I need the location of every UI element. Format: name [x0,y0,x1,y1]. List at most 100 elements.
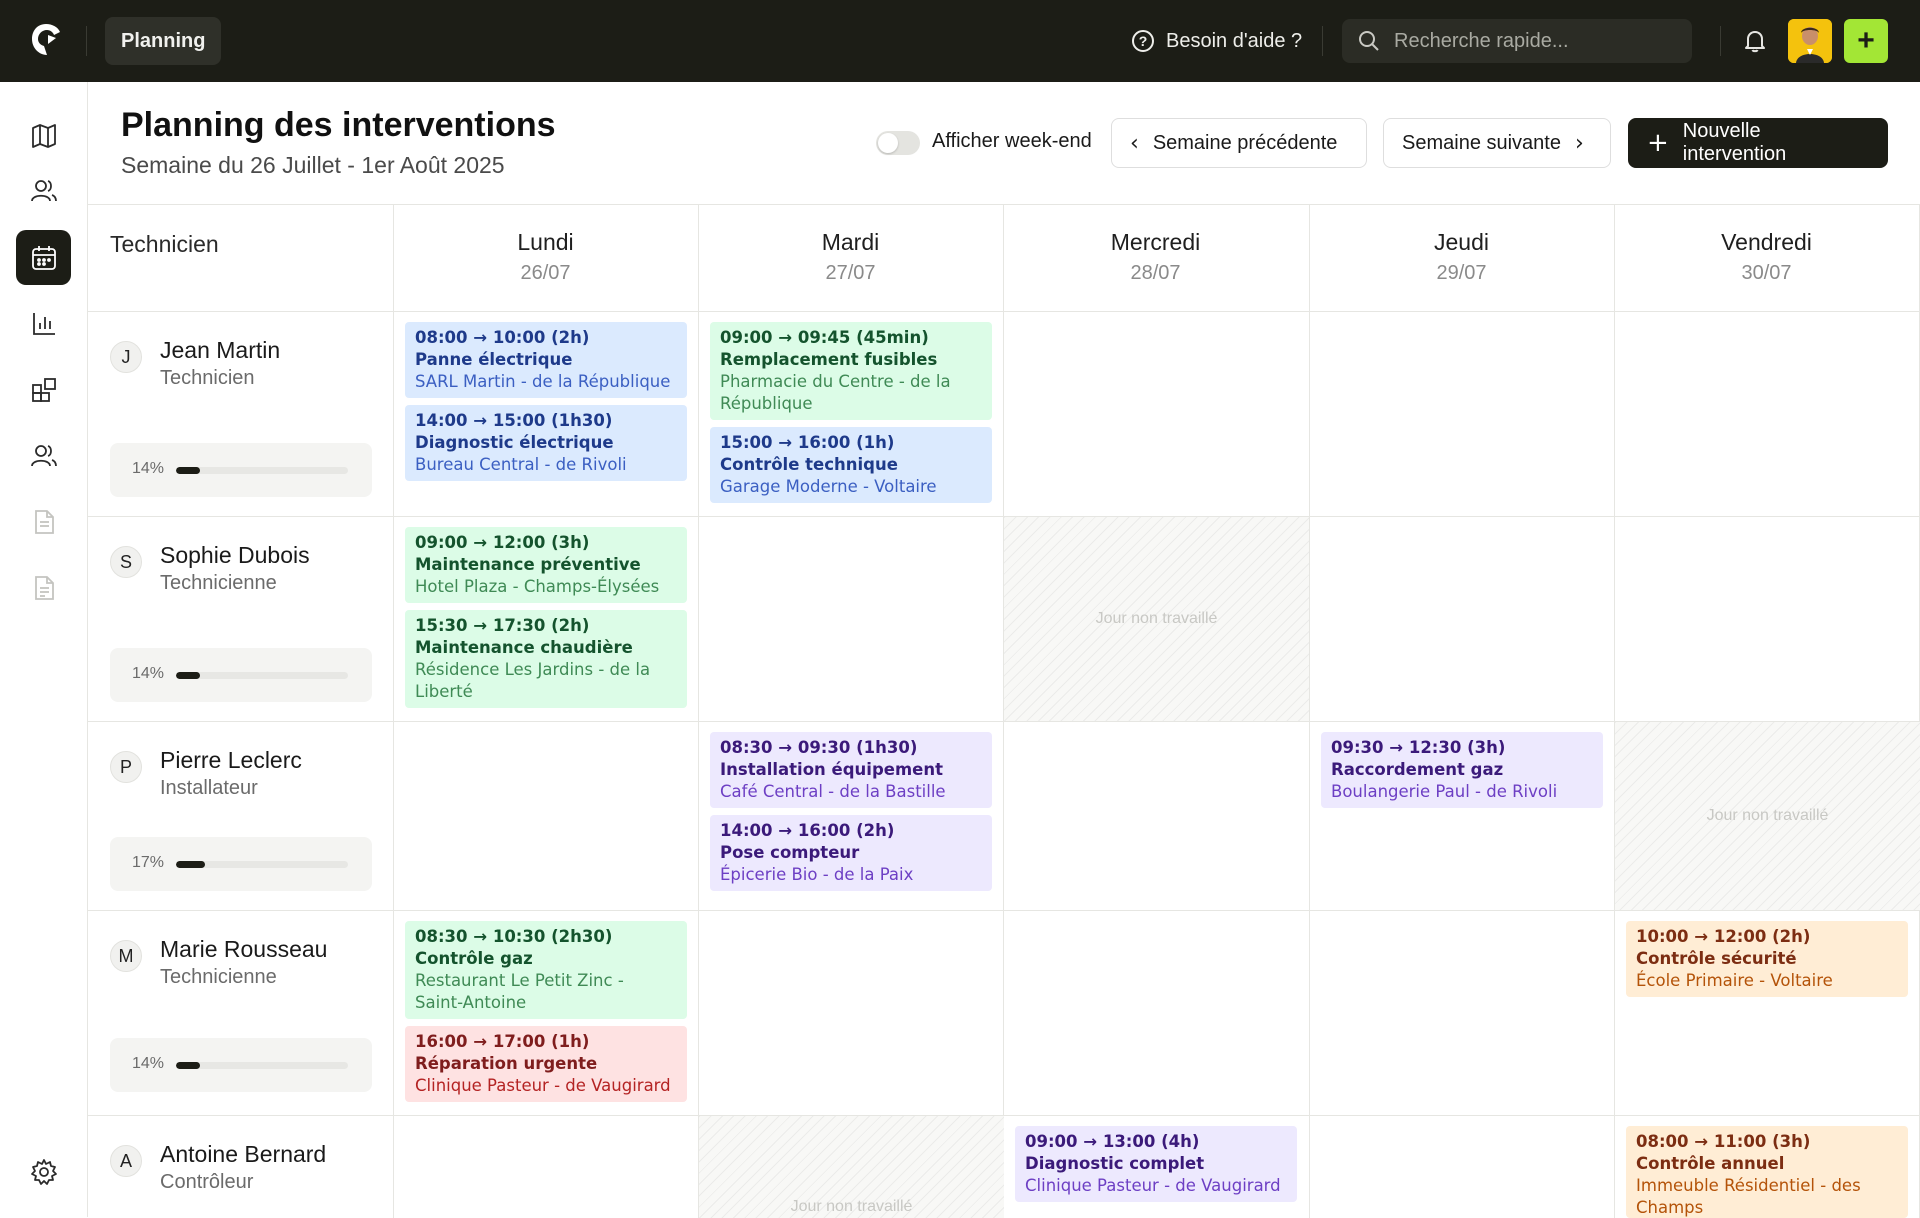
team-icon [30,444,57,466]
intervention-card[interactable]: 08:30 → 10:30 (2h30) Contrôle gaz Restaura… [405,921,687,1019]
intervention-card[interactable]: 14:00 → 16:00 (2h) Pose compteur Épicerie … [710,815,992,891]
technician-name: Antoine Bernard [160,1141,327,1167]
technician-row-header[interactable]: A Antoine Bernard Contrôleur [88,1115,393,1218]
sidebar-item-map[interactable] [16,108,71,163]
intervention-title: Réparation urgente [415,1054,598,1073]
day-off-cell: Jour non travaillé [1004,517,1309,721]
technician-row-header[interactable]: P Pierre Leclerc Installateur 17% [88,721,393,910]
sidebar-item-team[interactable] [16,428,71,483]
technician-row-header[interactable]: M Marie Rousseau Technicienne 14% [88,910,393,1115]
workload-indicator: 14% [110,443,372,497]
workload-bar [176,1062,348,1069]
technician-role: Technicienne [160,572,277,594]
quick-add-button[interactable]: + [1844,19,1888,63]
intervention-time: 14:00 → 16:00 (2h) [720,821,895,840]
previous-week-button[interactable]: ‹ Semaine précédente [1111,118,1367,168]
day-date: 30/07 [1741,262,1792,284]
intervention-title: Panne électrique [415,350,573,369]
sidebar-item-settings[interactable] [16,1144,71,1199]
day-date: 27/07 [825,262,876,284]
chevron-left-icon: ‹ [1130,130,1139,156]
sidebar-item-invoices[interactable] [16,560,71,615]
technician-role: Technicien [160,367,255,389]
weekend-toggle-label: Afficher week-end [932,130,1092,152]
intervention-client: SARL Martin - de la République [415,372,671,391]
intervention-card[interactable]: 15:00 → 16:00 (1h) Contrôle technique Gara… [710,427,992,503]
technician-name: Pierre Leclerc [160,747,302,773]
next-week-button[interactable]: Semaine suivante › [1383,118,1611,168]
intervention-title: Installation équipement [720,760,943,779]
search-icon [1359,31,1379,51]
next-week-label: Semaine suivante [1402,131,1561,154]
sidebar-item-modules[interactable] [16,362,71,417]
search-box[interactable] [1342,19,1692,63]
intervention-card[interactable]: 16:00 → 17:00 (1h) Réparation urgente Clin… [405,1026,687,1102]
sidebar-item-planning[interactable] [16,230,71,285]
modules-icon [31,377,56,402]
intervention-card[interactable]: 15:30 → 17:30 (2h) Maintenance chaudière R… [405,610,687,708]
day-header-thursday: Jeudi 29/07 [1309,229,1614,285]
top-bar: Planning ? Besoin d'aide ? + [0,0,1920,82]
settings-icon [30,1158,57,1185]
sidebar-item-stats[interactable] [16,296,71,351]
user-avatar[interactable] [1788,19,1832,63]
intervention-card[interactable]: 14:00 → 15:00 (1h30) Diagnostic électriqu… [405,405,687,481]
grid-divider [1309,205,1310,1218]
intervention-title: Contrôle annuel [1636,1154,1785,1173]
intervention-title: Maintenance préventive [415,555,641,574]
sidebar-item-documents[interactable] [16,494,71,549]
day-off-cell: Jour non travaillé [699,1116,1004,1218]
bell-icon[interactable] [1742,28,1768,54]
day-name: Lundi [517,229,574,255]
intervention-time: 08:00 → 10:00 (2h) [415,328,590,347]
intervention-time: 08:30 → 09:30 (1h30) [720,738,918,757]
intervention-card[interactable]: 09:30 → 12:30 (3h) Raccordement gaz Boulan… [1321,732,1603,808]
intervention-title: Diagnostic complet [1025,1154,1205,1173]
workload-indicator: 14% [110,1038,372,1092]
workload-bar-fill [176,672,201,679]
intervention-time: 09:00 → 13:00 (4h) [1025,1132,1200,1151]
avatar: M [110,940,142,972]
new-intervention-button[interactable]: + Nouvelle intervention [1628,118,1888,168]
intervention-client: Boulangerie Paul - de Rivoli [1331,782,1558,801]
tab-planning[interactable]: Planning [105,17,222,65]
app-logo[interactable] [30,22,62,58]
avatar: A [110,1145,142,1177]
workload-percent: 14% [132,665,165,682]
technician-role: Installateur [160,777,258,799]
intervention-time: 14:00 → 15:00 (1h30) [415,411,613,430]
intervention-client: Épicerie Bio - de la Paix [720,865,914,884]
intervention-client: Café Central - de la Bastille [720,782,946,801]
day-header-monday: Lundi 26/07 [393,229,698,285]
search-input[interactable] [1394,29,1684,53]
technician-row-header[interactable]: J Jean Martin Technicien 14% [88,311,393,516]
intervention-client: Garage Moderne - Voltaire [720,477,937,496]
document-icon [34,509,54,534]
weekend-toggle[interactable] [876,131,920,155]
intervention-client: Pharmacie du Centre - de la République [720,372,951,413]
workload-bar [176,467,348,474]
intervention-card[interactable]: 08:00 → 11:00 (3h) Contrôle annuel Immeubl… [1626,1126,1908,1218]
intervention-title: Raccordement gaz [1331,760,1504,779]
intervention-card[interactable]: 08:00 → 10:00 (2h) Panne électrique SARL M… [405,322,687,398]
intervention-card[interactable]: 09:00 → 12:00 (3h) Maintenance préventive… [405,527,687,603]
workload-bar-fill [176,861,206,868]
help-label: Besoin d'aide ? [1166,29,1303,52]
divider [1720,26,1721,56]
intervention-title: Contrôle technique [720,455,898,474]
technician-row-header[interactable]: S Sophie Dubois Technicienne 14% [88,516,393,721]
page-subtitle: Semaine du 26 Juillet - 1er Août 2025 [121,152,505,178]
calendar-icon [31,245,56,270]
technician-role: Technicienne [160,966,277,988]
intervention-time: 09:00 → 12:00 (3h) [415,533,590,552]
sidebar-item-clients[interactable] [16,163,71,218]
day-off-label: Jour non travaillé [1706,807,1829,824]
intervention-card[interactable]: 09:00 → 13:00 (4h) Diagnostic complet Clin… [1015,1126,1297,1202]
intervention-card[interactable]: 10:00 → 12:00 (2h) Contrôle sécurité École… [1626,921,1908,997]
workload-bar-fill [176,1062,201,1069]
intervention-card[interactable]: 08:30 → 09:30 (1h30) Installation équipem… [710,732,992,808]
day-date: 28/07 [1130,262,1181,284]
intervention-card[interactable]: 09:00 → 09:45 (45min) Remplacement fusibl… [710,322,992,420]
workload-indicator: 14% [110,648,372,702]
help-link[interactable]: ? Besoin d'aide ? [1132,22,1302,60]
